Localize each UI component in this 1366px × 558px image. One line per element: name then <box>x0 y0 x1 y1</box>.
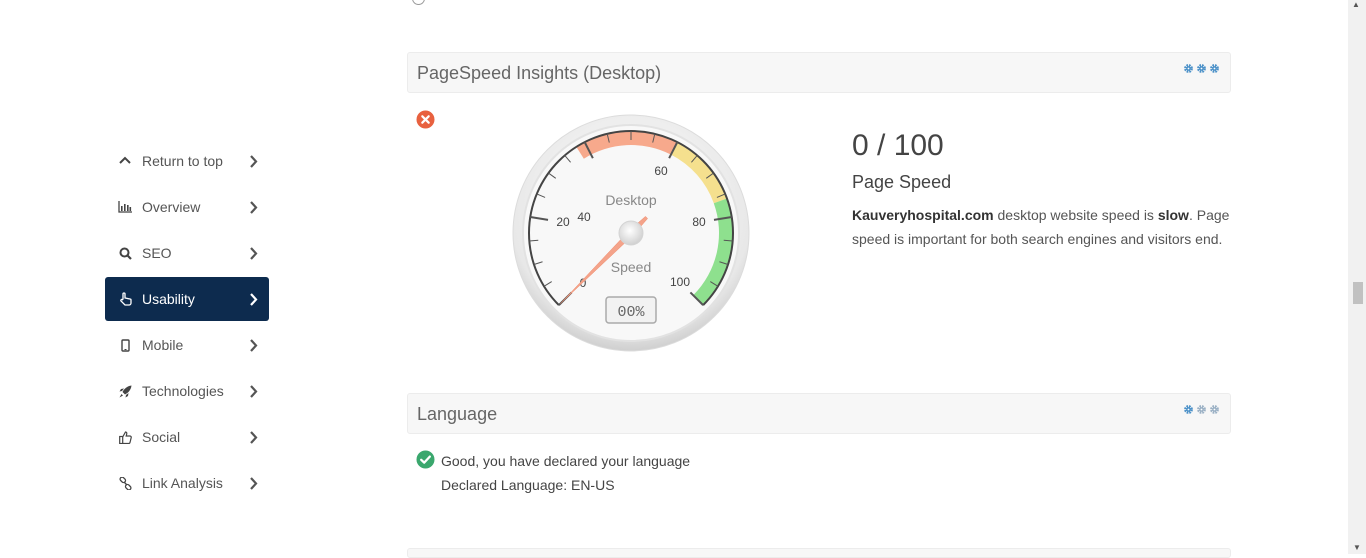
speed-verdict: slow <box>1157 207 1189 223</box>
sidebar-item-seo[interactable]: SEO <box>105 231 269 275</box>
chevron-right-icon <box>247 430 259 444</box>
error-icon <box>416 110 435 129</box>
gauge-tick <box>723 239 733 242</box>
section-title: Language <box>417 404 498 424</box>
sidebar-item-label: Overview <box>142 199 201 215</box>
gauge-bottom-label: Speed <box>611 259 651 275</box>
chevron-up-icon <box>118 154 132 168</box>
scroll-down-arrow-icon[interactable]: ▼ <box>1353 543 1361 552</box>
sidebar-item-mobile[interactable]: Mobile <box>105 323 269 367</box>
gear-icon <box>1210 64 1219 73</box>
sidebar-item-link-analysis[interactable]: Link Analysis <box>105 461 269 505</box>
sidebar-item-label: Usability <box>142 291 195 307</box>
gear-icon <box>1197 64 1206 73</box>
pagespeed-score: 0 / 100 <box>852 129 944 162</box>
sidebar-item-usability[interactable]: Usability <box>105 277 269 321</box>
sidebar-item-technologies[interactable]: Technologies <box>105 369 269 413</box>
chevron-right-icon <box>247 338 259 352</box>
partial-radio[interactable] <box>412 0 425 5</box>
gauge-top-label: Desktop <box>605 192 657 208</box>
sidebar-item-social[interactable]: Social <box>105 415 269 459</box>
gear-icon <box>1197 405 1206 414</box>
scroll-up-arrow-icon[interactable]: ▲ <box>1352 0 1360 9</box>
pagespeed-score-label: Page Speed <box>852 172 952 192</box>
language-section-header: Language <box>407 393 1231 434</box>
site-name: Kauveryhospital.com <box>852 207 994 223</box>
sidebar-item-label: Technologies <box>142 383 224 399</box>
gauge-tick-label: 20 <box>556 215 570 229</box>
gear-icon <box>1210 405 1219 414</box>
desc-mid: desktop website speed is <box>993 207 1158 223</box>
pagespeed-description: Kauveryhospital.com desktop website spee… <box>852 203 1232 251</box>
sidebar-item-overview[interactable]: Overview <box>105 185 269 229</box>
gauge-tick <box>529 239 539 242</box>
link-icon <box>118 476 132 490</box>
gauge-tick-label: 40 <box>577 210 591 224</box>
sidebar-nav: Return to top Overview SEO Usability Mob… <box>105 139 269 507</box>
thumbs-up-icon <box>118 430 132 444</box>
chevron-right-icon <box>247 246 259 260</box>
rocket-icon <box>118 384 132 398</box>
section-title: PageSpeed Insights (Desktop) <box>417 63 662 83</box>
search-icon <box>118 246 132 260</box>
sidebar-item-label: Mobile <box>142 337 184 353</box>
chevron-right-icon <box>247 154 259 168</box>
declared-language: Declared Language: EN-US <box>441 477 615 493</box>
gear-icon <box>1184 405 1193 414</box>
settings-icons[interactable] <box>1183 63 1220 74</box>
gear-icon <box>1184 64 1193 73</box>
chevron-right-icon <box>247 476 259 490</box>
gauge-tick-label: 80 <box>692 215 706 229</box>
speed-gauge: 40 20 60 80 100 0 Desktop Speed 00% <box>512 114 750 352</box>
chevron-right-icon <box>247 200 259 214</box>
mobile-icon <box>118 338 132 352</box>
pagespeed-section-header: PageSpeed Insights (Desktop) <box>407 52 1231 93</box>
chevron-right-icon <box>247 292 259 306</box>
check-circle-icon <box>416 450 435 469</box>
gauge-readout: 00% <box>617 304 645 321</box>
sidebar-item-label: SEO <box>142 245 172 261</box>
next-section-header <box>407 548 1231 558</box>
sidebar-item-label: Social <box>142 429 181 445</box>
chevron-right-icon <box>247 384 259 398</box>
sidebar-item-label: Link Analysis <box>142 475 223 491</box>
sidebar-item-label: Return to top <box>142 153 223 169</box>
bar-chart-icon <box>118 200 132 214</box>
gauge-tick-label: 100 <box>670 275 690 289</box>
scrollbar-thumb[interactable] <box>1353 282 1363 304</box>
vertical-scrollbar[interactable]: ▲ ▼ <box>1348 0 1366 554</box>
settings-icons[interactable] <box>1183 404 1220 415</box>
gauge-tick-label: 60 <box>654 164 668 178</box>
language-status: Good, you have declared your language <box>441 453 691 469</box>
sidebar-item-return-to-top[interactable]: Return to top <box>105 139 269 183</box>
pointer-hand-icon <box>118 292 132 306</box>
